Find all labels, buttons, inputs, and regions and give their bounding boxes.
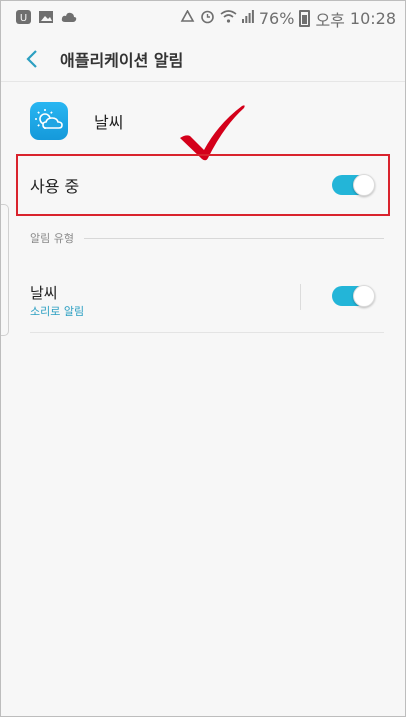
- in-use-row[interactable]: 사용 중: [16, 154, 390, 216]
- in-use-label: 사용 중: [30, 177, 80, 196]
- battery-icon: [299, 10, 311, 27]
- sync-icon: U: [16, 10, 31, 27]
- row-divider: [300, 284, 301, 310]
- in-use-toggle[interactable]: [332, 174, 375, 196]
- notification-type-row[interactable]: 날씨 소리로 알림: [30, 270, 384, 333]
- clock: 10:28: [349, 9, 396, 28]
- section-header: 알림 유형: [30, 230, 384, 246]
- weather-app-icon: [30, 102, 68, 140]
- ampm-label: 오후: [315, 10, 345, 30]
- chevron-left-icon: [26, 50, 37, 68]
- svg-text:U: U: [20, 13, 27, 24]
- signal-icon: [241, 10, 254, 27]
- notification-type-name: 날씨: [30, 284, 58, 302]
- wifi-icon: [220, 10, 237, 27]
- page-title: 애플리케이션 알림: [60, 51, 184, 70]
- alarm-icon: [200, 9, 215, 28]
- toggle-knob: [353, 174, 375, 196]
- edge-handle: [0, 204, 9, 336]
- cloud-icon: [61, 11, 77, 26]
- notification-type-toggle[interactable]: [332, 285, 375, 307]
- app-bar: 애플리케이션 알림: [0, 37, 406, 82]
- toggle-knob: [353, 285, 375, 307]
- image-icon: [39, 10, 53, 27]
- section-divider: [83, 237, 384, 239]
- back-button[interactable]: [12, 39, 52, 79]
- notification-type-sub: 소리로 알림: [30, 305, 85, 318]
- recycle-icon: [180, 8, 195, 28]
- battery-percent: 76%: [258, 9, 295, 28]
- section-label: 알림 유형: [30, 232, 74, 245]
- app-name: 날씨: [94, 113, 124, 132]
- status-bar: U 76% 오후 10:28: [0, 0, 406, 37]
